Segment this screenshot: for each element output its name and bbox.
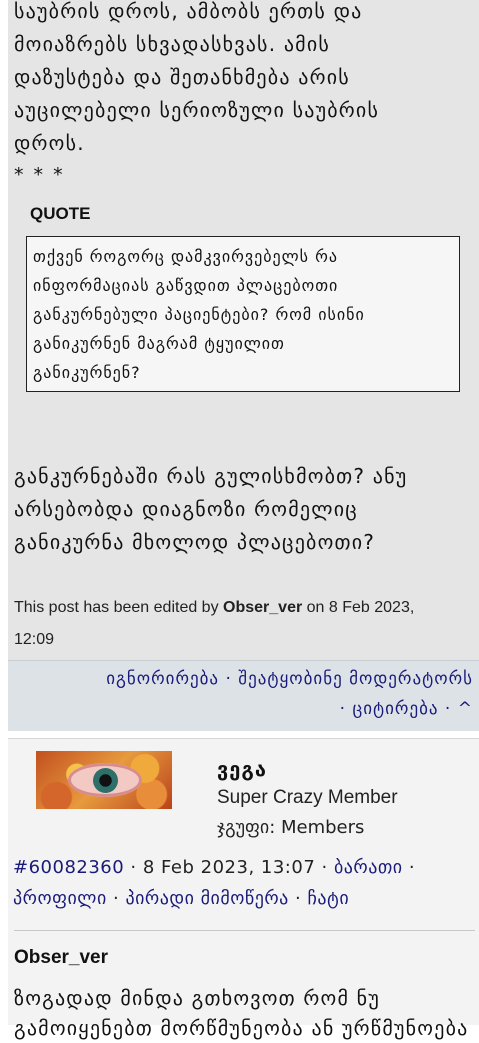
post-text-line: გამოიყენებთ მორწმუნეობა ან ურწმუნოება [14, 1016, 469, 1040]
username[interactable]: ვეგა [217, 757, 267, 781]
divider [14, 930, 475, 931]
separator: · [124, 857, 143, 878]
actions-line-2: · ციტირება · ^ [333, 699, 473, 719]
quote-line: განიკურნენ მაგრამ ტყუილით [33, 334, 285, 353]
quote-link[interactable]: ციტირება [353, 699, 439, 719]
edited-note: This post has been edited by Obser_ver o… [14, 592, 469, 656]
post-text-line: დროს. [14, 131, 85, 155]
separator: · [402, 857, 422, 878]
profile-link[interactable]: პროფილი [13, 888, 107, 909]
post-text: საუბრის დროს, ამბობს ერთს და მოიაზრებს ს… [14, 0, 474, 160]
member-rank: Super Crazy Member [217, 787, 398, 808]
quote-line: განკურნებული პაციენტები? რომ ისინი [33, 305, 365, 324]
ignore-link[interactable]: იგნორირება [106, 669, 219, 689]
post-date: 8 Feb 2023, 13:07 [142, 857, 316, 878]
quote-label: QUOTE [30, 204, 91, 223]
quote-line: განიკურნენ? [33, 363, 141, 382]
post-text-line: ზოგადად მინდა გთხოვოთ რომ ნუ [14, 986, 380, 1010]
private-message-link[interactable]: პირადი მიმოწერა [125, 888, 288, 909]
edited-by-user[interactable]: Obser_ver [223, 599, 302, 616]
separator-stars: * * * [14, 164, 65, 186]
post-text-line: აუცილებელი სერიოზული საუბრის [14, 98, 380, 122]
avatar[interactable] [36, 751, 172, 809]
edited-prefix: This post has been edited by [14, 599, 224, 616]
quote-box: თქვენ როგორც დამკვირვებელს რა ინფორმაცია… [26, 236, 460, 392]
member-group: ჯგუფი: Members [217, 817, 365, 838]
reply-line: განკურნებაში რას გულისხმობთ? ანუ [14, 464, 408, 488]
eye-icon [68, 763, 142, 797]
post-meta-line-1: #60082360 · 8 Feb 2023, 13:07 · ბარათი · [13, 857, 421, 878]
post-meta-line-2: პროფილი · პირადი მიმოწერა · ჩატი [13, 888, 349, 909]
quote-line: თქვენ როგორც დამკვირვებელს რა [33, 247, 338, 266]
post-text: ზოგადად მინდა გთხოვოთ რომ ნუ გამოიყენებთ… [14, 983, 474, 1043]
reply-line: განიკურნა მხოლოდ პლაცებოთი? [14, 530, 376, 554]
separator: · [219, 669, 239, 689]
card-link[interactable]: ბარათი [334, 857, 403, 878]
scroll-top-link[interactable]: ^ [458, 699, 473, 719]
separator: · [315, 857, 334, 878]
separator: · [438, 699, 458, 719]
iris [93, 768, 118, 793]
reply-text: განკურნებაში რას გულისხმობთ? ანუ არსებობ… [14, 460, 474, 559]
post-text-line: დაზუსტება და შეთანხმება არის [14, 65, 350, 89]
chat-link[interactable]: ჩატი [308, 888, 350, 909]
post-text-line: მოიაზრებს სხვადასხვას. ამის [14, 32, 331, 56]
post-text-line: საუბრის დროს, ამბობს ერთს და [14, 0, 363, 23]
separator: · [106, 888, 126, 909]
post-actions-bar: იგნორირება · შეატყობინე მოდერატორს · ციტ… [8, 660, 479, 731]
next-post: ვეგა Super Crazy Member ჯგუფი: Members #… [8, 738, 479, 1040]
separator: · [288, 888, 308, 909]
post-id-link[interactable]: #60082360 [13, 857, 124, 878]
edited-time: 12:09 [14, 631, 55, 648]
actions-line-1: იგნორირება · შეატყობინე მოდერატორს [106, 669, 473, 689]
quote-line: ინფორმაციას გაწვდით პლაცებოთი [33, 276, 339, 295]
edited-date: on 8 Feb 2023, [302, 599, 415, 616]
separator: · [333, 699, 353, 719]
post-body: საუბრის დროს, ამბობს ერთს და მოიაზრებს ს… [8, 0, 479, 660]
report-moderator-link[interactable]: შეატყობინე მოდერატორს [238, 669, 473, 689]
reply-line: არსებობდა დიაგნოზი რომელიც [14, 497, 358, 521]
post-author: Obser_ver [14, 947, 109, 968]
